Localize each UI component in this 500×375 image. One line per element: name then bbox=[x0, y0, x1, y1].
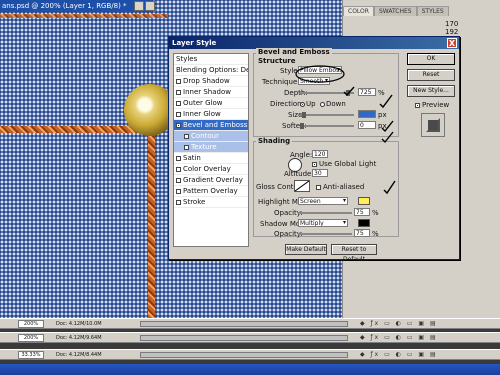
doc-size: Doc: 4.12M/8.44M bbox=[56, 352, 102, 358]
status-icons: ◆ ƒx ▭ ◐ ▭ ▣ ▤ bbox=[360, 320, 438, 327]
status-bar-3: 33.33% Doc: 4.12M/8.44M ◆ ƒx ▭ ◐ ▭ ▣ ▤ bbox=[0, 349, 500, 360]
palette-value-r: 170 bbox=[445, 20, 459, 28]
annotation-marks bbox=[295, 65, 396, 195]
stitch-seam-horizontal bbox=[0, 126, 140, 133]
palette-value-row-g: 192 bbox=[349, 28, 469, 36]
technique-check-mark bbox=[343, 86, 355, 97]
tab-swatches[interactable]: SWATCHES bbox=[373, 6, 417, 16]
minimize-button[interactable] bbox=[134, 1, 144, 11]
horizontal-scrollbar[interactable] bbox=[140, 352, 348, 358]
status-icons: ◆ ƒx ▭ ◐ ▭ ▣ ▤ bbox=[360, 351, 438, 358]
anti-aliased-check-mark bbox=[383, 180, 396, 195]
status-bar-1: 200% Doc: 4.12M/10.0M ◆ ƒx ▭ ◐ ▭ ▣ ▤ bbox=[0, 318, 500, 329]
status-bar-2: 200% Doc: 4.12M/9.64M ◆ ƒx ▭ ◐ ▭ ▣ ▤ bbox=[0, 332, 500, 343]
palette-value-row-r: 170 bbox=[349, 20, 469, 28]
zoom-field[interactable]: 33.33% bbox=[18, 351, 44, 359]
depth-check-mark bbox=[379, 94, 393, 109]
style-circle-mark bbox=[295, 65, 345, 83]
size-check-mark bbox=[381, 120, 394, 133]
status-icons: ◆ ƒx ▭ ◐ ▭ ▣ ▤ bbox=[360, 334, 438, 341]
document-window-buttons bbox=[134, 0, 155, 12]
document-title-bar: ans.psd @ 200% (Layer 1, RGB/8) * bbox=[0, 0, 152, 12]
horizontal-scrollbar[interactable] bbox=[140, 335, 348, 341]
doc-size: Doc: 4.12M/9.64M bbox=[56, 335, 102, 341]
maximize-button[interactable] bbox=[145, 1, 155, 11]
zoom-field[interactable]: 200% bbox=[18, 320, 44, 328]
palette-value-g: 192 bbox=[445, 28, 459, 36]
windows-taskbar bbox=[0, 364, 500, 375]
horizontal-scrollbar[interactable] bbox=[140, 321, 348, 327]
tab-styles[interactable]: STYLES bbox=[416, 6, 449, 16]
doc-size: Doc: 4.12M/10.0M bbox=[56, 321, 102, 327]
stitch-seam-top bbox=[0, 14, 168, 18]
soften-check-mark bbox=[381, 131, 394, 144]
zoom-field[interactable]: 200% bbox=[18, 334, 44, 342]
stitch-seam-vertical bbox=[148, 128, 155, 318]
tab-color[interactable]: COLOR bbox=[343, 6, 374, 16]
palette-tabs: COLOR SWATCHES STYLES bbox=[343, 6, 473, 16]
